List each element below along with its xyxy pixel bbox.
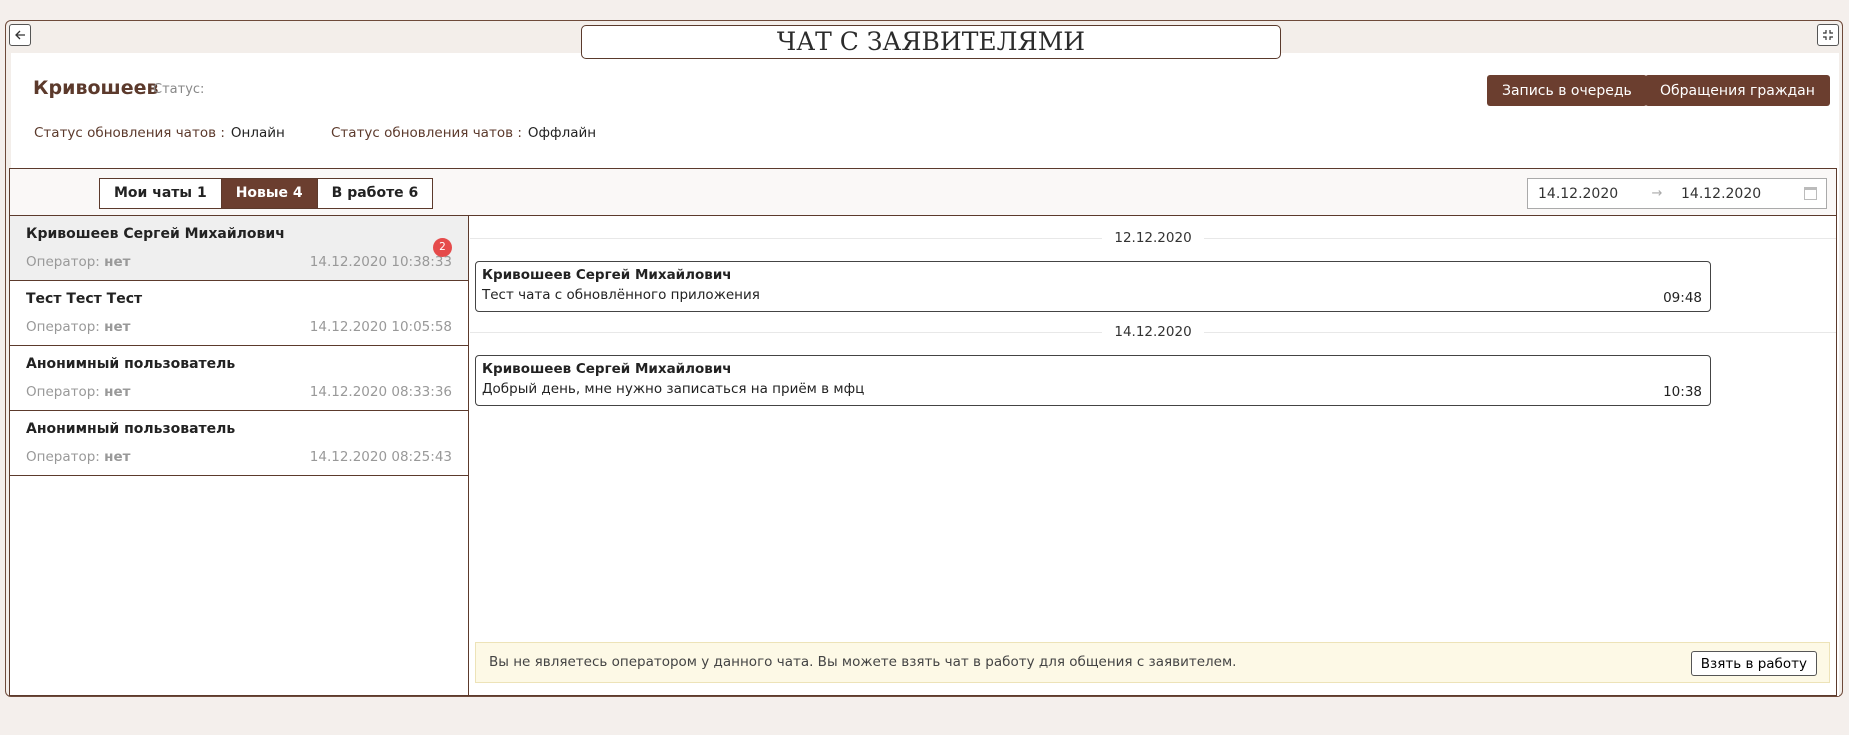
operator-value: нет xyxy=(104,449,131,465)
tabs-bar: Мои чаты 1 Новые 4 В работе 6 → xyxy=(10,169,1836,216)
date-separator-text: 12.12.2020 xyxy=(1114,230,1192,246)
update-status-label: Статус обновления чатов : xyxy=(34,125,225,141)
message-author: Кривошеев Сергей Михайлович xyxy=(482,361,732,377)
chat-time: 14.12.2020 08:33:36 xyxy=(309,384,452,400)
user-name: Кривошеев xyxy=(33,77,159,99)
chat-name: Анонимный пользователь xyxy=(26,421,236,437)
date-separator-text: 14.12.2020 xyxy=(1114,324,1192,340)
appeals-button[interactable]: Обращения граждан xyxy=(1645,75,1830,106)
window-title: ЧАТ С ЗАЯВИТЕЛЯМИ xyxy=(581,25,1281,59)
tab-in-progress[interactable]: В работе 6 xyxy=(317,179,433,208)
tab-new[interactable]: Новые 4 xyxy=(221,179,318,208)
operator-label: Оператор: xyxy=(26,384,100,400)
date-separator: 14.12.2020 xyxy=(470,322,1837,342)
chat-operator: Оператор: нет xyxy=(26,449,130,465)
chat-time: 14.12.2020 10:38:33 xyxy=(309,254,452,270)
chat-tabs: Мои чаты 1 Новые 4 В работе 6 xyxy=(99,178,434,209)
update-status-value: Онлайн xyxy=(230,125,285,141)
chat-panel: Мои чаты 1 Новые 4 В работе 6 → Кривошее… xyxy=(9,168,1837,696)
chat-name: Кривошеев Сергей Михайлович xyxy=(26,226,285,242)
chat-time: 14.12.2020 08:25:43 xyxy=(309,449,452,465)
collapse-icon xyxy=(1823,30,1833,40)
date-to-input[interactable] xyxy=(1671,184,1786,203)
operator-value: нет xyxy=(104,319,131,335)
calendar-icon[interactable] xyxy=(1804,187,1817,200)
chat-time: 14.12.2020 10:05:58 xyxy=(309,319,452,335)
chat-list-item[interactable]: Анонимный пользователь Оператор: нет 14.… xyxy=(10,346,468,411)
status-label: Статус: xyxy=(153,82,205,97)
message-area: 12.12.2020 Кривошеев Сергей Михайлович Т… xyxy=(470,216,1837,695)
chat-name: Тест Тест Тест xyxy=(26,291,143,307)
operator-label: Оператор: xyxy=(26,254,100,270)
main-content: Кривошеев Статус: Статус обновления чато… xyxy=(9,53,1839,696)
chat-list: Кривошеев Сергей Михайлович Оператор: не… xyxy=(10,216,469,695)
update-status-offline: Статус обновления чатов : Оффлайн xyxy=(331,125,596,141)
operator-label: Оператор: xyxy=(26,319,100,335)
message-text: Добрый день, мне нужно записаться на при… xyxy=(482,381,865,397)
message-time: 09:48 xyxy=(1663,290,1702,306)
operator-value: нет xyxy=(104,254,131,270)
message-time: 10:38 xyxy=(1663,384,1702,400)
unread-badge: 2 xyxy=(433,238,452,257)
chat-list-item[interactable]: Тест Тест Тест Оператор: нет 14.12.2020 … xyxy=(10,281,468,346)
chat-name: Анонимный пользователь xyxy=(26,356,236,372)
chat-list-item[interactable]: Анонимный пользователь Оператор: нет 14.… xyxy=(10,411,468,476)
operator-notice: Вы не являетесь оператором у данного чат… xyxy=(475,642,1830,683)
update-status-value: Оффлайн xyxy=(527,125,597,141)
chat-operator: Оператор: нет xyxy=(26,384,130,400)
chat-operator: Оператор: нет xyxy=(26,319,130,335)
take-to-work-button[interactable]: Взять в работу xyxy=(1690,651,1817,676)
fullscreen-button[interactable] xyxy=(1817,24,1839,46)
message-author: Кривошеев Сергей Михайлович xyxy=(482,267,732,283)
date-from-input[interactable] xyxy=(1528,184,1643,203)
operator-value: нет xyxy=(104,384,131,400)
update-status-online: Статус обновления чатов : Онлайн xyxy=(34,125,285,141)
date-range-picker[interactable]: → xyxy=(1527,178,1827,209)
notice-text: Вы не являетесь оператором у данного чат… xyxy=(489,654,1237,670)
tab-my-chats[interactable]: Мои чаты 1 xyxy=(100,179,222,208)
message-text: Тест чата с обновлённого приложения xyxy=(482,287,760,303)
queue-button[interactable]: Запись в очередь xyxy=(1487,75,1647,106)
range-arrow-icon: → xyxy=(1651,186,1663,201)
message-bubble: Кривошеев Сергей Михайлович Тест чата с … xyxy=(475,261,1711,312)
operator-label: Оператор: xyxy=(26,449,100,465)
update-status-label: Статус обновления чатов : xyxy=(331,125,522,141)
chat-list-item[interactable]: Кривошеев Сергей Михайлович Оператор: не… xyxy=(10,216,468,281)
arrow-left-icon xyxy=(15,30,25,40)
chat-operator: Оператор: нет xyxy=(26,254,130,270)
date-separator: 12.12.2020 xyxy=(470,228,1837,248)
message-bubble: Кривошеев Сергей Михайлович Добрый день,… xyxy=(475,355,1711,406)
back-button[interactable] xyxy=(9,24,31,46)
